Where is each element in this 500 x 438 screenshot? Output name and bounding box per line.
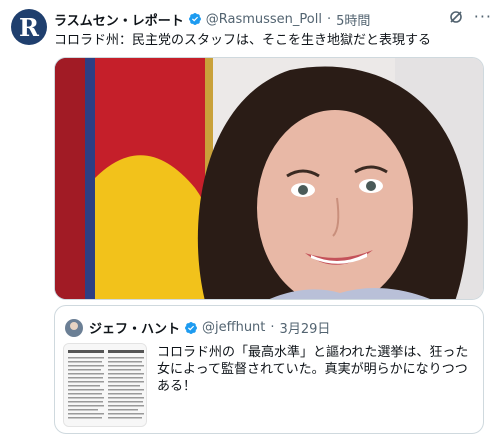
quote-date[interactable]: 3月29日 (280, 318, 331, 337)
quote-document-thumbnail[interactable] (63, 343, 147, 427)
grok-icon[interactable] (448, 9, 464, 25)
tweet-text: コロラド州：民主党のスタッフは、そこを生き地獄だと表現する (54, 33, 432, 48)
photo-illustration (55, 58, 483, 299)
tweet-photo[interactable] (54, 57, 484, 300)
quote-author-handle[interactable]: @jeffhunt (202, 320, 265, 335)
avatar-letter: R (19, 12, 39, 42)
author-display-name[interactable]: ラスムセン・レポート (54, 10, 184, 29)
document-thumbnail-illustration (64, 344, 146, 426)
quote-separator: · (270, 320, 275, 335)
verified-badge-icon (184, 321, 198, 335)
tweet-time[interactable]: 5時間 (336, 10, 370, 29)
quote-header: ジェフ・ハント @jeffhunt · 3月29日 (65, 318, 330, 337)
header-actions: ··· (448, 9, 492, 25)
quoted-tweet[interactable]: ジェフ・ハント @jeffhunt · 3月29日 コロラド州の「最高水準」と謳… (54, 305, 484, 434)
quote-author-avatar[interactable] (65, 318, 83, 337)
quote-text: コロラド州の「最高水準」と謳われた選挙は、狂った女によって監督されていた。真実が… (157, 345, 469, 394)
quote-author-display-name[interactable]: ジェフ・ハント (89, 318, 180, 337)
more-icon[interactable]: ··· (474, 9, 492, 25)
author-handle[interactable]: @Rasmussen_Poll (206, 12, 322, 27)
header-separator: · (326, 11, 332, 27)
author-avatar[interactable]: R (11, 9, 47, 45)
tweet-header: ラスムセン・レポート @Rasmussen_Poll · 5時間 ··· (54, 9, 492, 29)
verified-badge-icon (188, 12, 202, 26)
